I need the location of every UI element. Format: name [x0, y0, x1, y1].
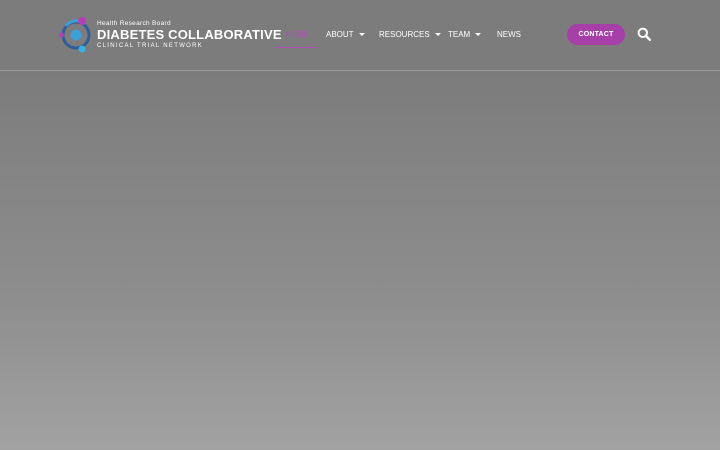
- nav-item-label: ABOUT: [326, 30, 354, 39]
- nav-item-label: HOME: [285, 30, 309, 39]
- site-logo[interactable]: Health Research Board DIABETES COLLABORA…: [58, 16, 282, 56]
- caret-down-icon: [475, 33, 482, 37]
- nav-item-about[interactable]: ABOUT: [326, 24, 365, 46]
- nav-item-home[interactable]: HOME: [276, 24, 318, 48]
- nav-item-resources[interactable]: RESOURCES: [379, 24, 441, 46]
- contact-button[interactable]: CONTACT: [567, 24, 625, 45]
- brand-subtitle: CLINICAL TRIAL NETWORK: [97, 43, 204, 49]
- nav-item-team[interactable]: TEAM: [448, 24, 482, 46]
- site-header: Health Research Board DIABETES COLLABORA…: [0, 0, 720, 71]
- nav-item-label: TEAM: [448, 30, 471, 39]
- logo-text: Health Research Board DIABETES COLLABORA…: [97, 20, 282, 50]
- brand-name: DIABETES COLLABORATIVE: [97, 27, 282, 42]
- nav-item-label: NEWS: [497, 30, 521, 39]
- logo-mark-icon: [59, 17, 91, 53]
- search-icon[interactable]: [637, 27, 651, 41]
- hero-area: [0, 71, 720, 450]
- nav-item-news[interactable]: NEWS: [497, 24, 521, 46]
- caret-down-icon: [358, 33, 365, 37]
- caret-down-icon: [434, 33, 441, 37]
- nav-item-label: RESOURCES: [379, 30, 430, 39]
